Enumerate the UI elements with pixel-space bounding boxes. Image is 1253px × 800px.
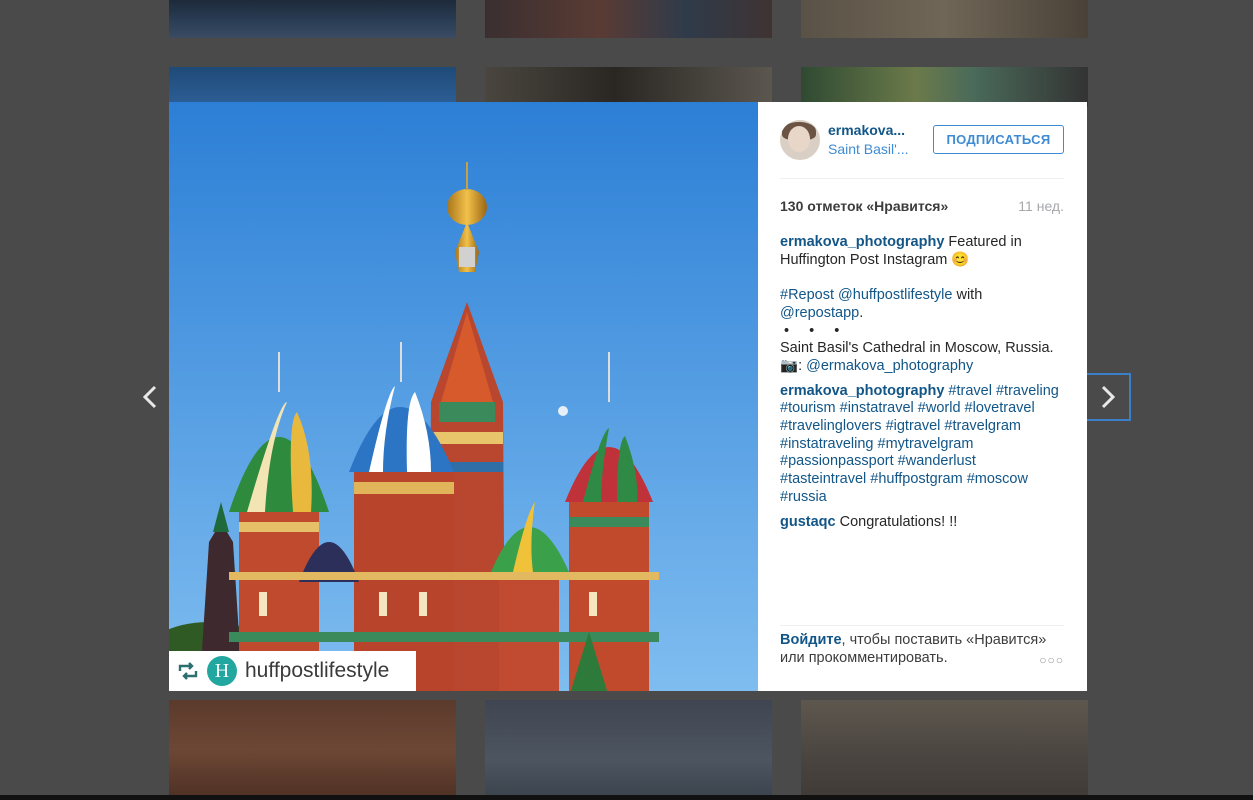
grid-thumbnail[interactable] [485, 0, 772, 38]
chevron-left-icon [142, 385, 157, 409]
grid-thumbnail[interactable] [485, 700, 772, 800]
post-age[interactable]: 11 нед. [1018, 198, 1064, 214]
grid-thumbnail[interactable] [801, 700, 1088, 800]
repost-watermark: H huffpostlifestyle [169, 651, 416, 691]
caption-username[interactable]: ermakova_photography [780, 234, 944, 250]
grid-thumbnail[interactable] [801, 67, 1088, 107]
with-text: with [952, 287, 983, 304]
comments-list: ermakova_photography Featured in Huffing… [780, 234, 1064, 531]
grid-thumbnail[interactable] [169, 700, 456, 800]
comment-text: Congratulations! !! [835, 513, 958, 530]
hashtags-comment: ermakova_photography #travel #traveling … [780, 383, 1064, 507]
hashtags-text[interactable]: #travel #traveling #tourism #instatravel… [780, 383, 1059, 505]
dots-separator: • • • [784, 322, 848, 339]
chevron-right-icon [1101, 385, 1116, 409]
next-post-button[interactable] [1087, 373, 1131, 421]
username-link[interactable]: ermakova... [828, 122, 920, 138]
huffpost-logo: H [207, 656, 237, 686]
repostapp-mention[interactable]: @repostapp [780, 305, 859, 321]
likes-count[interactable]: 130 отметок «Нравится» [780, 198, 948, 214]
caption: ermakova_photography Featured in Huffing… [780, 234, 1064, 376]
avatar[interactable] [780, 120, 820, 160]
comment-username[interactable]: gustaqc [780, 514, 836, 530]
follow-button[interactable]: ПОДПИСАТЬСЯ [933, 125, 1064, 154]
post-sidebar: ermakova... Saint Basil'... ПОДПИСАТЬСЯ … [758, 102, 1087, 691]
more-options-icon[interactable]: ○○○ [1039, 652, 1064, 670]
avatar-face [788, 126, 810, 152]
description-text: Saint Basil's Cathedral in Moscow, Russi… [780, 340, 1054, 357]
post-header: ermakova... Saint Basil'... ПОДПИСАТЬСЯ [780, 120, 1064, 179]
login-link[interactable]: Войдите [780, 632, 842, 648]
repost-icon [169, 651, 207, 691]
user-block: ermakova... Saint Basil'... [828, 122, 920, 157]
post-photo[interactable]: H huffpostlifestyle [169, 102, 758, 691]
bottom-bar [0, 795, 1253, 800]
watermark-handle: huffpostlifestyle [245, 659, 390, 682]
repost-hashtag[interactable]: #Repost [780, 287, 834, 303]
credit-mention[interactable]: @ermakova_photography [806, 358, 973, 374]
grid-thumbnail[interactable] [169, 0, 456, 38]
location-link[interactable]: Saint Basil'... [828, 141, 920, 157]
previous-post-button[interactable] [128, 373, 172, 421]
grid-thumbnail[interactable] [169, 67, 456, 107]
likes-row: 130 отметок «Нравится» 11 нед. [780, 198, 1064, 214]
grid-thumbnail[interactable] [801, 0, 1088, 38]
login-prompt: Войдите, чтобы поставить «Нравится» или … [780, 625, 1064, 667]
comment-username[interactable]: ermakova_photography [780, 383, 944, 399]
post-modal: H huffpostlifestyle ermakova... Saint Ba… [169, 102, 1087, 691]
grid-thumbnail[interactable] [485, 67, 772, 107]
cathedral-photo [169, 102, 758, 691]
comment: gustaqc Congratulations! !! [780, 514, 1064, 532]
repost-mention[interactable]: @huffpostlifestyle [838, 287, 952, 303]
period-text: . [859, 304, 864, 321]
camera-icon: 📷 [780, 357, 799, 374]
colon-text: : [798, 357, 807, 374]
